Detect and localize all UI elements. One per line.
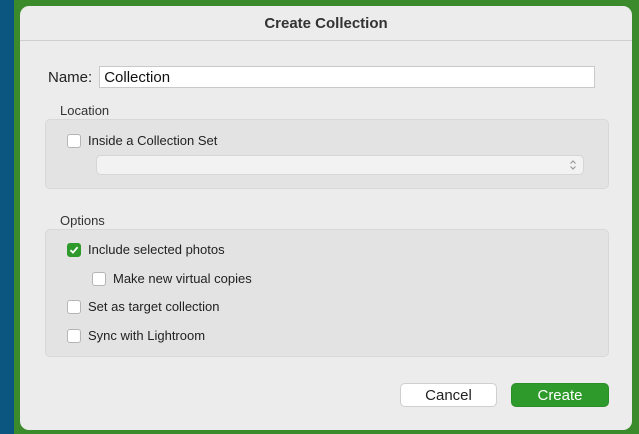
set-target-collection-checkbox[interactable]: Set as target collection	[67, 299, 220, 314]
include-selected-photos-checkbox[interactable]: Include selected photos	[67, 242, 225, 257]
checkbox-box[interactable]	[67, 328, 81, 343]
dialog-title: Create Collection	[20, 6, 632, 41]
name-input[interactable]	[99, 66, 596, 88]
create-button[interactable]: Create	[511, 383, 609, 407]
make-virtual-copies-label: Make new virtual copies	[113, 271, 252, 286]
updown-chevron-icon	[570, 160, 576, 170]
options-group: Include selected photos Make new virtual…	[45, 229, 609, 357]
checkbox-box[interactable]	[92, 271, 106, 286]
name-label: Name:	[48, 68, 93, 86]
cancel-button[interactable]: Cancel	[400, 383, 497, 407]
checkbox-box[interactable]	[67, 133, 81, 148]
inside-collection-set-checkbox[interactable]: Inside a Collection Set	[67, 133, 217, 148]
location-section-label: Location	[60, 103, 110, 118]
location-group: Inside a Collection Set	[45, 119, 609, 189]
checkmark-icon	[69, 246, 79, 254]
set-target-collection-label: Set as target collection	[88, 299, 220, 314]
inside-collection-set-label: Inside a Collection Set	[88, 133, 218, 148]
options-section-label: Options	[60, 213, 105, 228]
include-selected-photos-label: Include selected photos	[88, 242, 225, 257]
collection-set-select[interactable]	[96, 155, 584, 175]
create-collection-dialog: Create Collection Name: Location Inside …	[20, 6, 632, 430]
sync-lightroom-label: Sync with Lightroom	[88, 328, 206, 343]
name-row: Name:	[48, 66, 596, 88]
sync-lightroom-checkbox[interactable]: Sync with Lightroom	[67, 328, 205, 343]
make-virtual-copies-checkbox[interactable]: Make new virtual copies	[92, 271, 252, 286]
checkbox-box[interactable]	[67, 299, 81, 314]
checkbox-box[interactable]	[67, 242, 81, 257]
